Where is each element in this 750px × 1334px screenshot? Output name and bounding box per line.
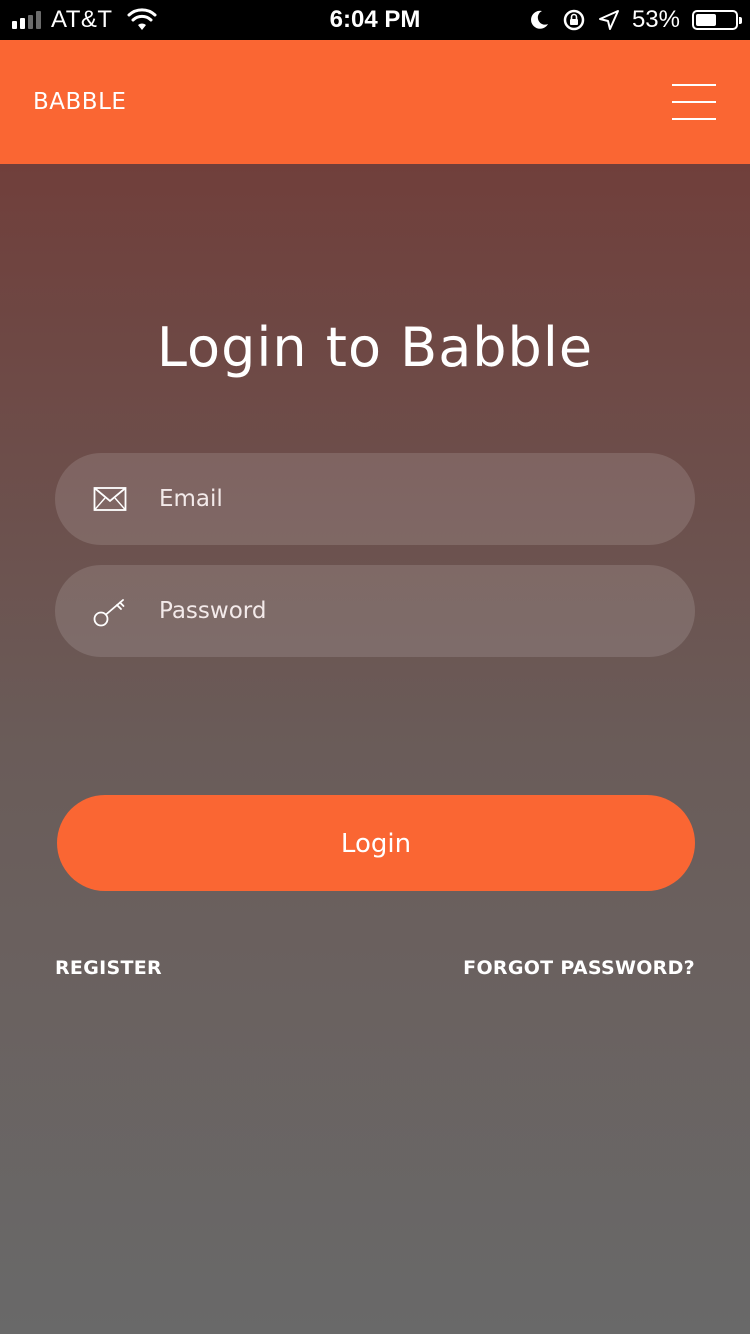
brand-logo[interactable]: BABBLE	[33, 40, 126, 164]
battery-percent: 53%	[631, 6, 680, 33]
page-title: Login to Babble	[156, 316, 594, 379]
login-screen: Login to Babble Login REGISTER FORGOT PA…	[0, 164, 750, 1334]
status-bar: AT&T 6:04 PM 53%	[0, 0, 750, 40]
password-field[interactable]	[55, 565, 695, 657]
location-arrow-icon	[598, 10, 619, 30]
login-button[interactable]: Login	[57, 795, 695, 891]
battery-icon	[692, 10, 742, 30]
hamburger-menu-icon[interactable]	[670, 84, 716, 122]
register-link[interactable]: REGISTER	[55, 957, 162, 979]
key-icon	[93, 599, 125, 627]
password-input[interactable]	[159, 565, 669, 657]
battery-fill	[696, 14, 716, 26]
rotation-lock-icon	[563, 9, 585, 31]
moon-icon	[531, 10, 548, 29]
email-field[interactable]	[55, 453, 695, 545]
status-bar-right: 53%	[530, 0, 742, 40]
app-header: BABBLE	[0, 40, 750, 164]
forgot-password-link[interactable]: FORGOT PASSWORD?	[463, 957, 695, 979]
email-input[interactable]	[159, 453, 669, 545]
envelope-icon	[93, 487, 127, 511]
